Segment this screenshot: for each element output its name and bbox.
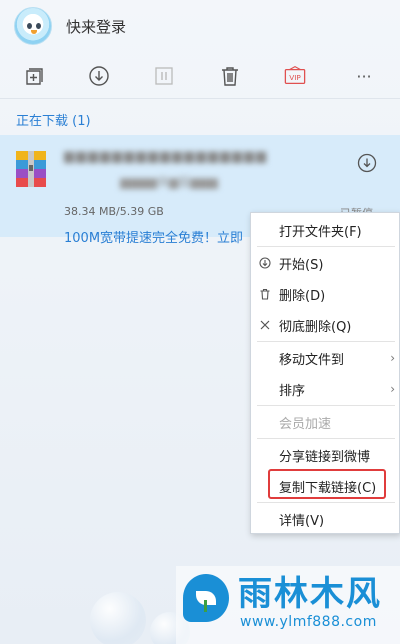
watermark-logo-icon <box>183 574 229 622</box>
decorative-bubble <box>90 592 146 644</box>
watermark-url: www.ylmf888.com <box>240 614 377 630</box>
menu-separator <box>257 405 395 406</box>
file-name-secondary: ▆▆▆▆体▆版▆▆▆ <box>120 175 218 189</box>
watermark-title: 雨林木风 <box>238 574 382 614</box>
pause-icon[interactable] <box>152 64 176 88</box>
avatar-eye <box>27 23 32 29</box>
avatar-beak <box>31 30 37 34</box>
file-name: ▆▆▆▆▆▆▆▆▆▆▆▆▆▆▆▆▆ <box>64 149 268 164</box>
menu-item-label: 分享链接到微博 <box>279 449 371 465</box>
menu-item-label: 开始(S) <box>279 257 324 273</box>
vip-icon[interactable]: VIP <box>283 64 307 88</box>
stem-icon <box>204 600 207 612</box>
menu-separator <box>257 341 395 342</box>
menu-item-label: 详情(V) <box>279 513 325 529</box>
menu-item-label: 会员加速 <box>279 416 332 432</box>
download-size: 38.34 MB/5.39 GB <box>64 205 164 218</box>
menu-item-move-to[interactable]: 移动文件到 › <box>251 343 400 373</box>
vip-label: VIP <box>289 73 301 82</box>
more-icon[interactable]: ··· <box>352 64 376 88</box>
chevron-right-icon: › <box>390 351 395 365</box>
trash-icon <box>258 287 272 301</box>
chevron-right-icon: › <box>390 382 395 396</box>
promo-link[interactable]: 100M宽带提速完全免费！立即 <box>64 227 243 246</box>
download-icon[interactable] <box>87 64 111 88</box>
menu-separator <box>257 246 395 247</box>
login-link[interactable]: 快来登录 <box>66 16 126 37</box>
menu-item-label: 彻底删除(Q) <box>279 319 352 335</box>
menu-item-start[interactable]: 开始(S) <box>251 248 400 278</box>
menu-item-label: 移动文件到 <box>279 352 345 368</box>
close-icon <box>258 318 272 332</box>
menu-item-vip-boost: 会员加速 <box>251 407 400 437</box>
toolbar: VIP ··· <box>0 58 400 92</box>
archive-file-icon <box>16 151 46 187</box>
resume-download-icon[interactable] <box>357 153 377 173</box>
menu-item-delete-permanently[interactable]: 彻底删除(Q) <box>251 310 400 340</box>
menu-item-label: 删除(D) <box>279 288 326 304</box>
menu-separator <box>257 438 395 439</box>
toolbar-divider <box>0 98 400 99</box>
new-task-icon[interactable] <box>22 64 46 88</box>
highlight-annotation <box>268 469 386 499</box>
start-icon <box>258 256 272 270</box>
avatar[interactable] <box>14 7 52 45</box>
menu-separator <box>257 502 395 503</box>
menu-item-delete[interactable]: 删除(D) <box>251 279 400 309</box>
avatar-eye <box>36 23 41 29</box>
menu-item-open-folder[interactable]: 打开文件夹(F) <box>251 215 400 245</box>
menu-item-details[interactable]: 详情(V) <box>251 504 400 534</box>
trash-icon[interactable] <box>218 64 242 88</box>
menu-item-label: 打开文件夹(F) <box>279 224 362 240</box>
menu-item-share-weibo[interactable]: 分享链接到微博 <box>251 440 400 470</box>
header: 快来登录 <box>0 0 400 52</box>
menu-item-sort[interactable]: 排序 › <box>251 374 400 404</box>
section-title-downloading[interactable]: 正在下载 (1) <box>16 110 91 129</box>
menu-item-label: 排序 <box>279 383 306 399</box>
